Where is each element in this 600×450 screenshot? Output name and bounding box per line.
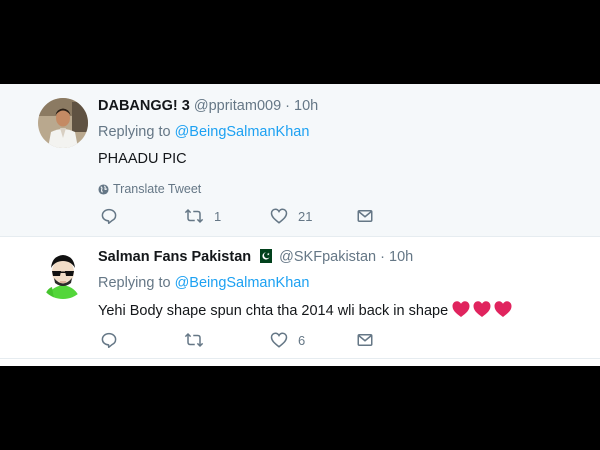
timestamp[interactable]: 10h [389, 249, 413, 265]
replying-prefix: Replying to [98, 275, 171, 291]
tweet-header: Salman Fans Pakistan @SKFpakistan · 10h [98, 247, 590, 267]
mention-link[interactable]: @BeingSalmanKhan [175, 275, 310, 291]
translate-label: Translate Tweet [113, 182, 202, 196]
reply-button[interactable] [100, 206, 118, 226]
reply-icon [101, 208, 117, 225]
mention-link[interactable]: @BeingSalmanKhan [175, 124, 310, 140]
direct-message-button[interactable] [356, 206, 374, 226]
message-icon [357, 334, 373, 346]
reply-button[interactable] [100, 330, 118, 350]
pakistan-flag-icon [256, 249, 273, 269]
avatar[interactable] [38, 98, 88, 148]
like-button[interactable]: 6 [270, 330, 305, 350]
tweet[interactable]: Salman Fans Pakistan @SKFpakistan · 10h … [0, 237, 600, 359]
red-heart-icon [452, 301, 470, 317]
retweet-icon [184, 332, 204, 348]
tweet-actions: 1 21 [100, 206, 380, 226]
hearts-emoji [452, 300, 514, 324]
like-count: 6 [298, 332, 306, 348]
like-icon [270, 208, 288, 224]
reply-icon [101, 332, 117, 349]
red-heart-icon [494, 301, 512, 317]
tweet-header: DABANGG! 3 @ppritam009 · 10h [98, 96, 590, 116]
retweet-button[interactable]: 1 [184, 206, 221, 226]
tweet-text-body: Yehi Body shape spun chta tha 2014 wli b… [98, 303, 449, 319]
display-name[interactable]: DABANGG! 3 [98, 98, 190, 114]
translate-tweet-link[interactable]: Translate Tweet [98, 180, 590, 198]
retweet-count: 1 [214, 208, 222, 224]
like-count: 21 [298, 208, 313, 224]
replying-prefix: Replying to [98, 124, 171, 140]
tweet-actions: 6 [100, 330, 380, 350]
dot-separator: · [380, 249, 385, 265]
red-heart-icon [473, 301, 491, 317]
direct-message-button[interactable] [356, 330, 374, 350]
replying-to: Replying to @BeingSalmanKhan [98, 273, 590, 293]
handle[interactable]: @SKFpakistan [279, 249, 376, 265]
display-name[interactable]: Salman Fans Pakistan [98, 249, 251, 265]
like-icon [270, 332, 288, 348]
timestamp[interactable]: 10h [294, 98, 318, 114]
tweet[interactable]: DABANGG! 3 @ppritam009 · 10h Replying to… [0, 84, 600, 237]
globe-icon [98, 184, 109, 195]
replying-to: Replying to @BeingSalmanKhan [98, 122, 590, 142]
message-icon [357, 210, 373, 222]
tweet-text: PHAADU PIC [98, 151, 187, 167]
retweet-button[interactable] [184, 330, 204, 350]
like-button[interactable]: 21 [270, 206, 312, 226]
handle[interactable]: @ppritam009 [194, 98, 281, 114]
replies-panel: DABANGG! 3 @ppritam009 · 10h Replying to… [0, 84, 600, 366]
avatar[interactable] [38, 249, 88, 299]
dot-separator: · [285, 98, 291, 114]
tweet-text: Yehi Body shape spun chta tha 2014 wli b… [98, 300, 590, 320]
retweet-icon [184, 208, 204, 224]
